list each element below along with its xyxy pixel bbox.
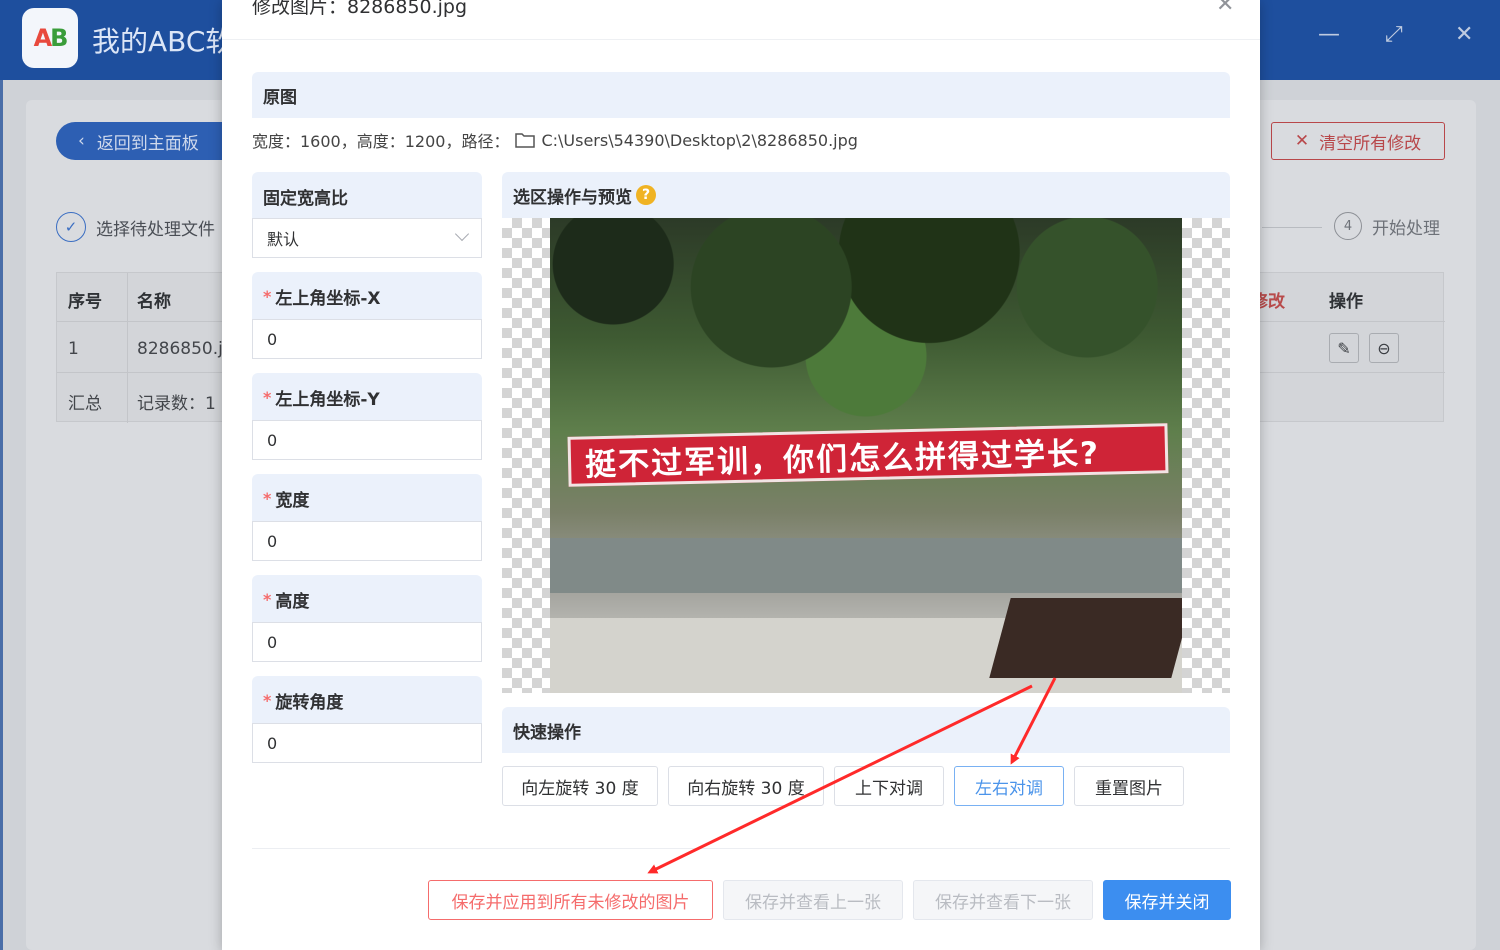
summary-count: 记录数：1 xyxy=(137,394,216,414)
app-title: 我的ABC软 xyxy=(92,25,234,58)
field-rotation-label: 旋转角度 xyxy=(275,692,344,713)
required-mark: * xyxy=(263,589,272,609)
col-header-actions: 操作 xyxy=(1329,292,1363,312)
preview-section-label: 选区操作与预览 xyxy=(513,187,632,208)
original-section-header: 原图 xyxy=(252,72,1230,118)
left-strip xyxy=(0,80,3,950)
help-icon[interactable]: ? xyxy=(636,185,656,205)
image-preview[interactable]: 挺不过军训，你们怎么拼得过学长? xyxy=(550,218,1182,693)
field-width-header: * 宽度 xyxy=(252,474,482,522)
field-x-label: 左上角坐标-X xyxy=(275,288,381,309)
step-number: 4 xyxy=(1334,212,1362,240)
step-select-files: ✓ 选择待处理文件 xyxy=(56,212,215,242)
close-icon: ✕ xyxy=(1294,131,1310,151)
aspect-ratio-value: 默认 xyxy=(267,230,300,249)
aspect-ratio-header: 固定宽高比 xyxy=(252,172,482,220)
remove-icon[interactable]: ⊖ xyxy=(1369,333,1399,363)
save-prev-button[interactable]: 保存并查看上一张 xyxy=(723,880,903,920)
step-label: 选择待处理文件 xyxy=(96,219,215,240)
row-name: 8286850.jp xyxy=(137,339,234,359)
close-window-icon[interactable]: ✕ xyxy=(1455,22,1473,47)
step-start-processing: 4 开始处理 xyxy=(1334,212,1440,240)
field-width-input[interactable]: 0 xyxy=(252,521,482,561)
step-connector xyxy=(1262,227,1322,228)
row-index: 1 xyxy=(68,339,79,359)
field-height-header: * 高度 xyxy=(252,575,482,623)
save-next-button[interactable]: 保存并查看下一张 xyxy=(913,880,1093,920)
dialog-header: 修改图片：8286850.jpg ✕ xyxy=(222,0,1260,40)
required-mark: * xyxy=(263,690,272,710)
image-info: 宽度：1600，高度：1200，路径： C:\Users\54390\Deskt… xyxy=(252,128,858,152)
col-header-name: 名称 xyxy=(137,292,171,312)
check-icon: ✓ xyxy=(56,212,86,242)
chevron-down-icon xyxy=(454,226,470,242)
field-y-label: 左上角坐标-Y xyxy=(275,389,380,410)
image-path[interactable]: C:\Users\54390\Desktop\2\8286850.jpg xyxy=(541,131,857,150)
step-label: 开始处理 xyxy=(1372,218,1440,239)
field-rotation-input[interactable]: 0 xyxy=(252,723,482,763)
rotate-right-button[interactable]: 向右旋转 30 度 xyxy=(668,766,824,806)
save-apply-all-button[interactable]: 保存并应用到所有未修改的图片 xyxy=(428,880,713,920)
quick-actions-header: 快速操作 xyxy=(502,707,1230,753)
required-mark: * xyxy=(263,387,272,407)
reset-image-button[interactable]: 重置图片 xyxy=(1074,766,1184,806)
preview-road xyxy=(550,538,1182,593)
save-close-button[interactable]: 保存并关闭 xyxy=(1103,880,1231,920)
flip-vertical-button[interactable]: 上下对调 xyxy=(834,766,944,806)
edit-icon[interactable]: ✎ xyxy=(1329,333,1359,363)
dialog-close-icon[interactable]: ✕ xyxy=(1216,0,1234,17)
field-y-header: * 左上角坐标-Y xyxy=(252,373,482,421)
back-label: 返回到主面板 xyxy=(96,133,199,154)
preview-trees xyxy=(550,218,1182,448)
summary-label: 汇总 xyxy=(68,394,102,414)
folder-icon xyxy=(515,132,536,148)
field-x-header: * 左上角坐标-X xyxy=(252,272,482,320)
app-logo: AB xyxy=(22,8,78,68)
field-x-input[interactable]: 0 xyxy=(252,319,482,359)
col-header-index: 序号 xyxy=(68,292,102,312)
aspect-ratio-label: 固定宽高比 xyxy=(263,188,348,209)
clear-all-changes-button[interactable]: ✕ 清空所有修改 xyxy=(1271,122,1445,160)
field-height-label: 高度 xyxy=(275,591,310,612)
edit-image-dialog: 修改图片：8286850.jpg ✕ 原图 宽度：1600，高度：1200，路径… xyxy=(222,0,1260,950)
maximize-icon[interactable]: ⤢ xyxy=(1385,22,1403,47)
field-rotation-header: * 旋转角度 xyxy=(252,676,482,724)
field-height-input[interactable]: 0 xyxy=(252,622,482,662)
rotate-left-button[interactable]: 向左旋转 30 度 xyxy=(502,766,658,806)
preview-tarp xyxy=(989,598,1182,678)
field-y-input[interactable]: 0 xyxy=(252,420,482,460)
field-width-label: 宽度 xyxy=(275,490,310,511)
image-dimensions: 宽度：1600，高度：1200，路径： xyxy=(252,132,510,151)
required-mark: * xyxy=(263,488,272,508)
preview-section-header: 选区操作与预览 ? xyxy=(502,172,1230,218)
required-mark: * xyxy=(263,286,272,306)
footer-divider xyxy=(252,848,1230,849)
minimize-icon[interactable]: — xyxy=(1318,22,1340,47)
table-divider xyxy=(127,273,128,423)
aspect-ratio-select[interactable]: 默认 xyxy=(252,218,482,258)
clear-label: 清空所有修改 xyxy=(1319,133,1422,154)
chevron-left-icon: ‹ xyxy=(78,131,85,151)
flip-horizontal-button[interactable]: 左右对调 xyxy=(954,766,1064,806)
dialog-title: 修改图片：8286850.jpg xyxy=(252,0,468,18)
